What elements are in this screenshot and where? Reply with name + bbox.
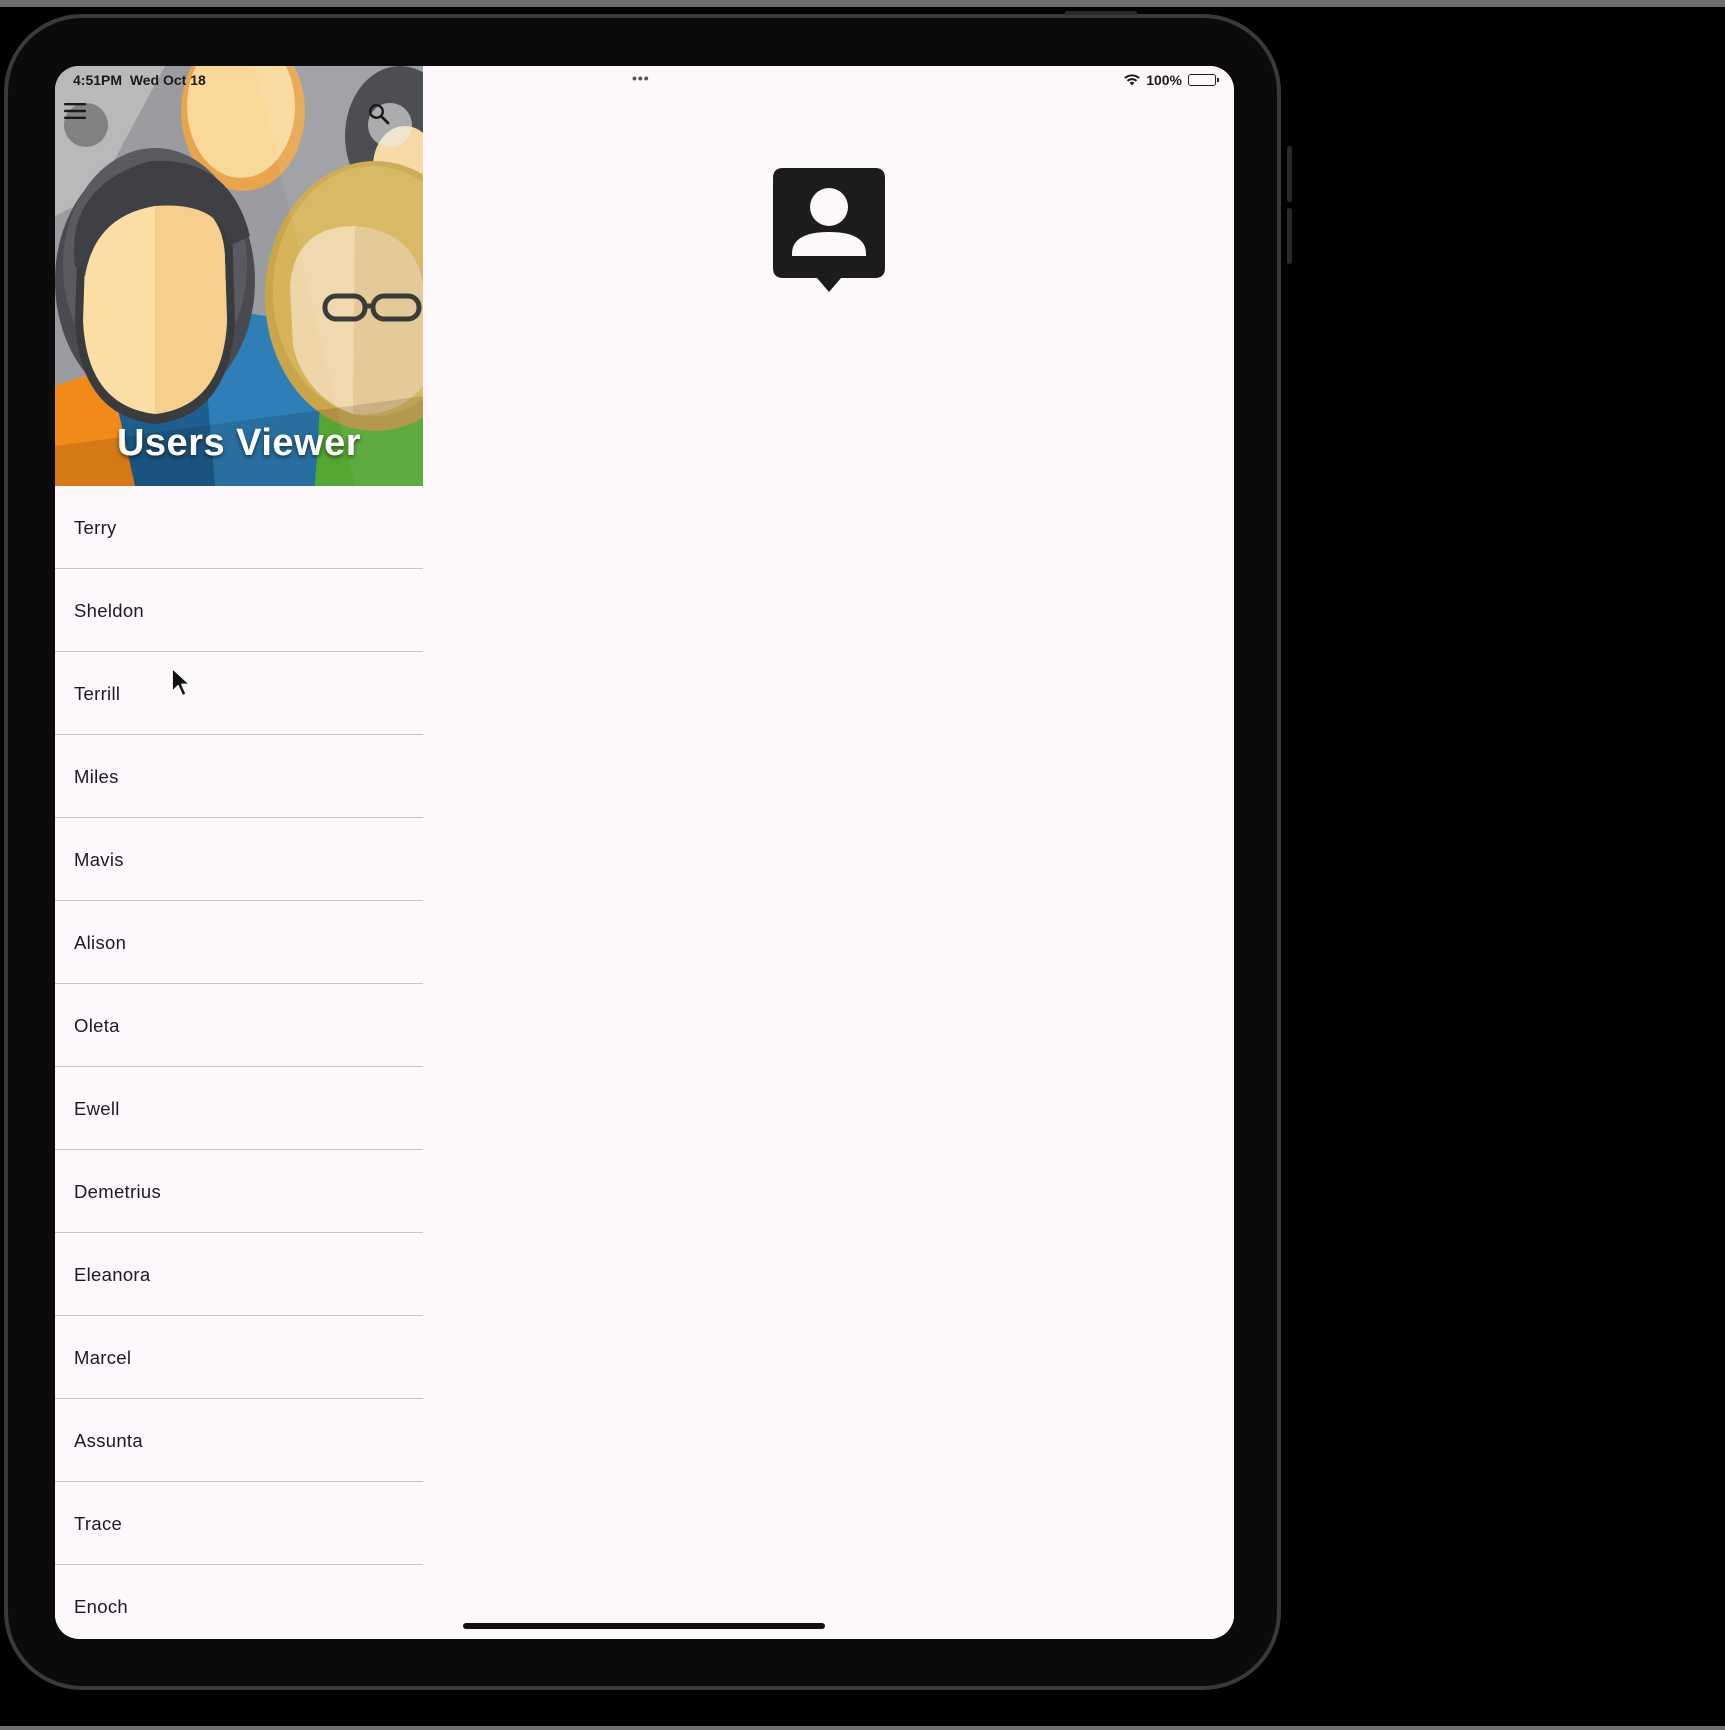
app-title: Users Viewer <box>116 422 362 464</box>
user-name-label: Sheldon <box>74 600 144 621</box>
user-name-label: Oleta <box>74 1015 120 1036</box>
top-power-button <box>1065 11 1137 15</box>
list-item[interactable]: Oleta <box>55 984 423 1067</box>
users-list: Terry Sheldon Terrill Miles Mavis Alison Oleta… <box>55 486 423 1618</box>
user-name-label: Terrill <box>74 683 121 704</box>
status-bar: 4:51PM Wed Oct 18 ••• 100% <box>55 66 1234 92</box>
menu-button[interactable] <box>64 103 108 147</box>
volume-up-button <box>1287 146 1292 202</box>
window-bottom-bar <box>0 1726 1725 1730</box>
user-name-label: Ewell <box>74 1098 120 1119</box>
user-name-label: Alison <box>74 932 127 953</box>
list-item[interactable]: Enoch <box>55 1565 423 1618</box>
list-item[interactable]: Mavis <box>55 818 423 901</box>
ipad-screen: 4:51PM Wed Oct 18 ••• 100% Users Viewer … <box>55 66 1234 1639</box>
user-name-label: Enoch <box>74 1596 128 1617</box>
status-right-group: 100% <box>1124 72 1219 88</box>
search-icon <box>368 103 390 125</box>
list-item[interactable]: Ewell <box>55 1067 423 1150</box>
home-indicator[interactable] <box>463 1623 825 1629</box>
search-button[interactable] <box>368 103 412 147</box>
header-banner: Users Viewer <box>55 66 423 486</box>
list-item[interactable]: Demetrius <box>55 1150 423 1233</box>
list-item[interactable]: Alison <box>55 901 423 984</box>
list-item[interactable]: Miles <box>55 735 423 818</box>
battery-icon <box>1188 74 1219 86</box>
user-name-label: Demetrius <box>74 1181 161 1202</box>
user-detail-pane <box>423 66 1234 1639</box>
list-item[interactable]: Marcel <box>55 1316 423 1399</box>
user-name-label: Trace <box>74 1513 123 1534</box>
user-name-label: Assunta <box>74 1430 143 1451</box>
list-item[interactable]: Terrill <box>55 652 423 735</box>
status-date-text: Wed Oct 18 <box>129 72 206 88</box>
list-item[interactable]: Trace <box>55 1482 423 1565</box>
list-item[interactable]: Terry <box>55 486 423 569</box>
multitask-dots-icon[interactable]: ••• <box>632 70 650 86</box>
list-item[interactable]: Sheldon <box>55 569 423 652</box>
status-time: 4:51PM Wed Oct 18 <box>73 72 206 88</box>
battery-percent: 100% <box>1146 72 1182 88</box>
user-name-label: Marcel <box>74 1347 132 1368</box>
user-name-label: Mavis <box>74 849 124 870</box>
user-name-label: Eleanora <box>74 1264 151 1285</box>
list-item[interactable]: Eleanora <box>55 1233 423 1316</box>
status-time-text: 4:51PM <box>73 72 123 88</box>
hamburger-menu-icon <box>64 103 86 119</box>
contact-person-icon <box>773 168 885 292</box>
window-top-bar <box>0 0 1725 7</box>
wifi-icon <box>1124 74 1140 86</box>
mouse-cursor-icon <box>171 667 191 697</box>
list-item[interactable]: Assunta <box>55 1399 423 1482</box>
volume-down-button <box>1287 208 1292 264</box>
user-name-label: Miles <box>74 766 119 787</box>
user-name-label: Terry <box>74 517 117 538</box>
users-list-pane: Users Viewer Terry Sheldon Terrill Miles Mav… <box>55 66 424 1618</box>
